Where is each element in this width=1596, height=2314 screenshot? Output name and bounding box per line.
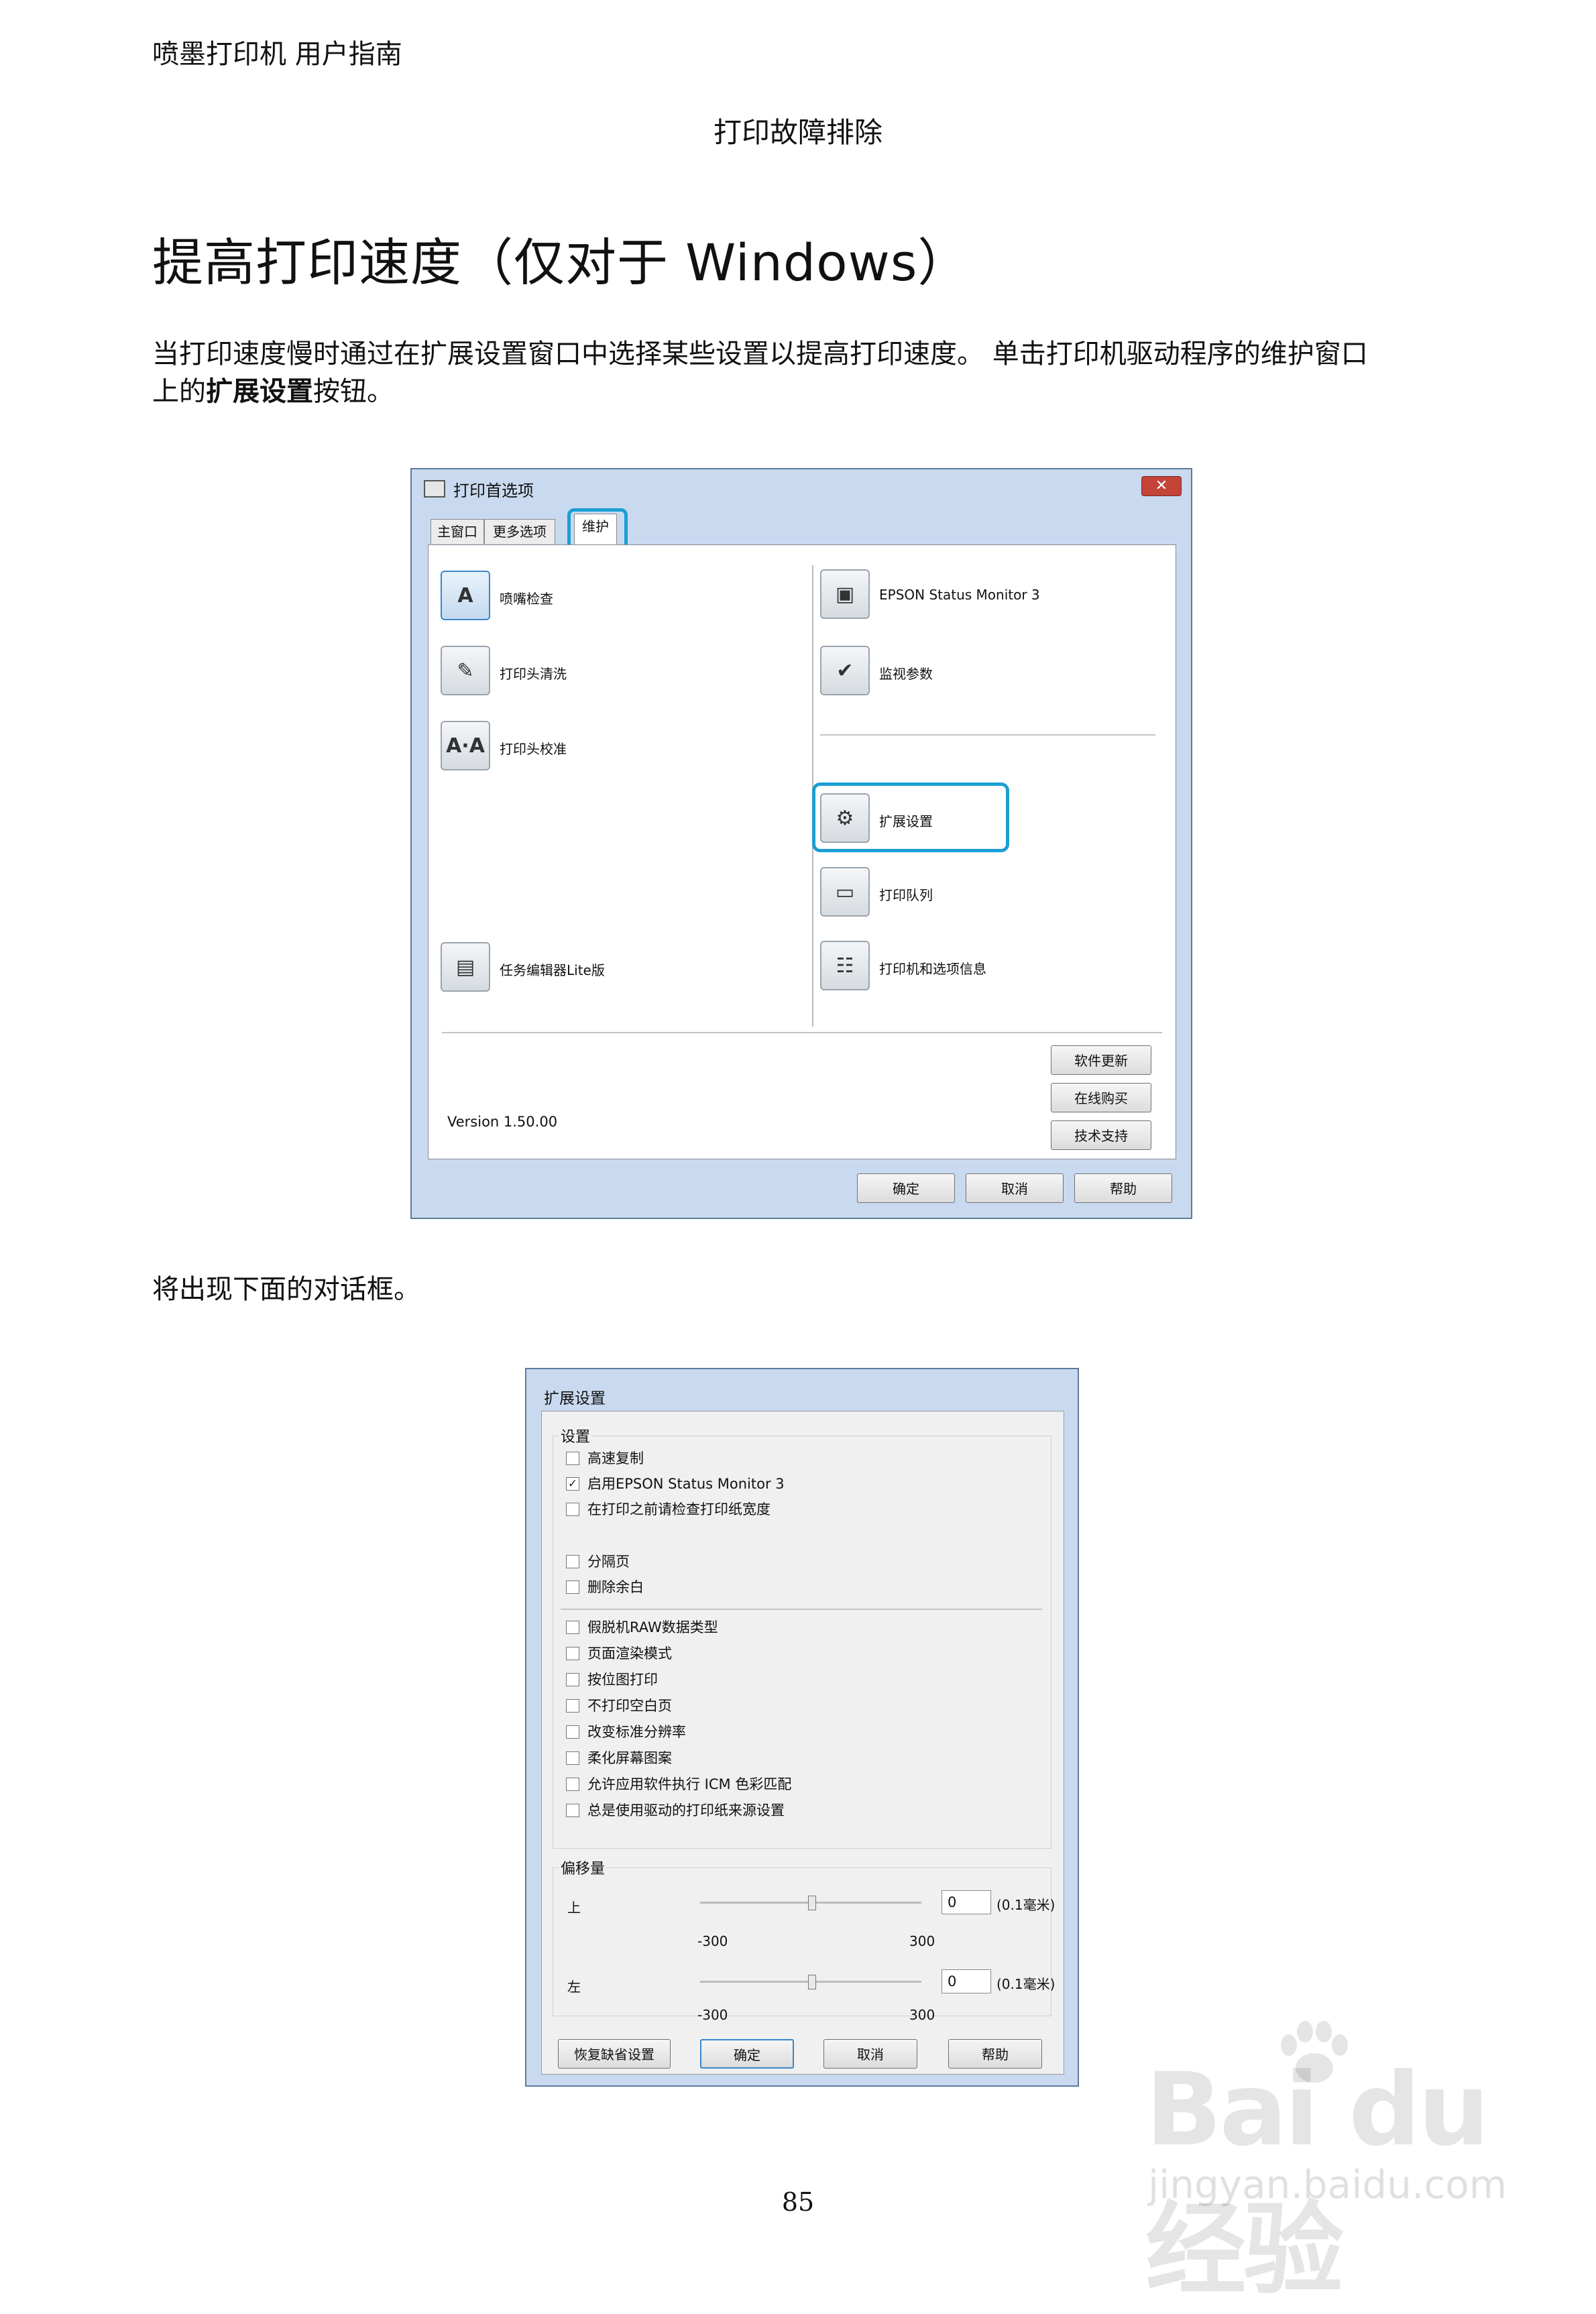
offset-group-label: 偏移量 bbox=[559, 1857, 607, 1878]
intro-paragraph: 当打印速度慢时通过在扩展设置窗口中选择某些设置以提高打印速度。 单击打印机驱动程… bbox=[152, 335, 1467, 410]
checkbox-label: 按位图打印 bbox=[587, 1672, 658, 1688]
checkbox-label: 假脱机RAW数据类型 bbox=[587, 1619, 718, 1635]
head-alignment-icon: A·A bbox=[441, 721, 490, 770]
checkbox-label: 页面渲染模式 bbox=[587, 1645, 672, 1662]
checkbox-box[interactable] bbox=[566, 1647, 579, 1660]
dialog-intro-text: 将出现下面的对话框。 bbox=[152, 1274, 420, 1305]
checkbox-label: 允许应用软件执行 ICM 色彩匹配 bbox=[587, 1776, 792, 1792]
checkbox-box[interactable] bbox=[566, 1503, 579, 1516]
maintenance-panel: A 喷嘴检查 ✎ 打印头清洗 A·A 打印头校准 ▤ 任务编辑器Lite版 ▣ … bbox=[428, 544, 1176, 1159]
software-update-button[interactable]: 软件更新 bbox=[1051, 1045, 1151, 1075]
nozzle-check-label: 喷嘴检查 bbox=[500, 591, 553, 607]
running-header: 喷墨打印机 用户指南 bbox=[152, 39, 402, 70]
checkbox-label: 总是使用驱动的打印纸来源设置 bbox=[587, 1802, 785, 1818]
printer-icon bbox=[424, 480, 445, 498]
intro-bold: 扩展设置 bbox=[206, 376, 313, 407]
nozzle-check-icon: A bbox=[441, 571, 490, 620]
offset-top-min: -300 bbox=[697, 1933, 728, 1949]
status-monitor-icon: ▣ bbox=[820, 569, 870, 619]
intro-text-b: 上的 bbox=[152, 376, 206, 407]
section-title: 提高打印速度（仅对于 Windows） bbox=[152, 233, 970, 292]
checkbox-box[interactable] bbox=[566, 1452, 579, 1465]
monitoring-prefs-icon: ✔ bbox=[820, 646, 870, 695]
extended-settings-highlight bbox=[812, 783, 1009, 852]
intro-text-c: 按钮。 bbox=[313, 376, 394, 407]
offset-top-slider-thumb[interactable] bbox=[808, 1896, 816, 1910]
dialog-title: 打印首选项 bbox=[453, 481, 534, 500]
offset-left-input[interactable]: 0 bbox=[942, 1969, 991, 1993]
checkbox-box[interactable] bbox=[566, 1699, 579, 1713]
extended-settings-dialog: 扩展设置 设置 高速复制 ✓ 启用EPSON Status Monitor 3 在… bbox=[525, 1368, 1079, 2087]
checkbox-label: 在打印之前请检查打印纸宽度 bbox=[587, 1501, 771, 1517]
offset-left-label: 左 bbox=[567, 1979, 581, 1995]
tech-support-button[interactable]: 技术支持 bbox=[1051, 1120, 1151, 1150]
checkbox-label: 删除余白 bbox=[587, 1579, 644, 1595]
checkbox-label: 分隔页 bbox=[587, 1554, 630, 1570]
offset-left-min: -300 bbox=[697, 2007, 728, 2023]
dialog2-title: 扩展设置 bbox=[544, 1390, 606, 1407]
checkbox-box[interactable] bbox=[566, 1804, 579, 1817]
monitoring-prefs-label: 监视参数 bbox=[879, 666, 933, 682]
intro-text-a: 当打印速度慢时通过在扩展设置窗口中选择某些设置以提高打印速度。 单击打印机驱动程… bbox=[152, 339, 1368, 369]
offset-top-unit: (0.1毫米) bbox=[996, 1897, 1056, 1913]
help-button[interactable]: 帮助 bbox=[1074, 1173, 1172, 1203]
offset-left-slider-thumb[interactable] bbox=[808, 1975, 816, 1989]
checkbox-box[interactable] bbox=[566, 1751, 579, 1765]
settings-divider bbox=[561, 1609, 1042, 1610]
checkbox-box[interactable] bbox=[566, 1673, 579, 1686]
chapter-title: 打印故障排除 bbox=[713, 116, 882, 149]
checkbox-box[interactable] bbox=[566, 1725, 579, 1739]
page-number: 85 bbox=[781, 2187, 815, 2217]
tab-more-options[interactable]: 更多选项 bbox=[484, 519, 555, 544]
dialog2-body: 设置 高速复制 ✓ 启用EPSON Status Monitor 3 在打印之前请… bbox=[541, 1411, 1064, 2075]
print-queue-icon: ▭ bbox=[820, 867, 870, 917]
offset-left-unit: (0.1毫米) bbox=[996, 1976, 1056, 1992]
checkbox-box[interactable] bbox=[566, 1778, 579, 1791]
checkbox-box-checked[interactable]: ✓ bbox=[566, 1477, 579, 1491]
printer-info-label: 打印机和选项信息 bbox=[879, 961, 986, 977]
job-arranger-label: 任务编辑器Lite版 bbox=[500, 962, 605, 978]
cancel-button[interactable]: 取消 bbox=[966, 1173, 1064, 1203]
checkbox-label: 柔化屏幕图案 bbox=[587, 1750, 672, 1766]
printer-info-icon: ☷ bbox=[820, 941, 870, 990]
printing-preferences-dialog: 打印首选项 ✕ 主窗口 更多选项 维护 A 喷嘴检查 ✎ 打印头清洗 A·A 打… bbox=[410, 468, 1192, 1219]
job-arranger-icon: ▤ bbox=[441, 942, 490, 992]
offset-top-max: 300 bbox=[909, 1933, 935, 1949]
checkbox-box[interactable] bbox=[566, 1580, 579, 1594]
status-monitor-label: EPSON Status Monitor 3 bbox=[879, 587, 1040, 603]
head-alignment-label: 打印头校准 bbox=[500, 741, 567, 757]
head-cleaning-label: 打印头清洗 bbox=[500, 666, 567, 682]
head-cleaning-icon: ✎ bbox=[441, 646, 490, 695]
restore-defaults-button[interactable]: 恢复缺省设置 bbox=[558, 2039, 671, 2069]
ok-button[interactable]: 确定 bbox=[857, 1173, 955, 1203]
right-divider bbox=[820, 734, 1155, 736]
offset-top-input[interactable]: 0 bbox=[942, 1890, 991, 1914]
checkbox-label: 启用EPSON Status Monitor 3 bbox=[587, 1476, 785, 1492]
settings-group-label: 设置 bbox=[559, 1425, 592, 1446]
print-queue-label: 打印队列 bbox=[879, 887, 933, 903]
cancel-button[interactable]: 取消 bbox=[823, 2039, 917, 2069]
ok-button[interactable]: 确定 bbox=[700, 2039, 794, 2069]
buy-online-button[interactable]: 在线购买 bbox=[1051, 1083, 1151, 1112]
close-button[interactable]: ✕ bbox=[1141, 476, 1182, 496]
checkbox-box[interactable] bbox=[566, 1621, 579, 1634]
tab-main[interactable]: 主窗口 bbox=[431, 519, 484, 544]
checkbox-label: 改变标准分辨率 bbox=[587, 1724, 686, 1740]
checkbox-label: 高速复制 bbox=[587, 1450, 644, 1466]
checkbox-label: 不打印空白页 bbox=[587, 1698, 672, 1714]
bottom-divider bbox=[442, 1032, 1162, 1033]
dialog-titlebar: 打印首选项 ✕ bbox=[412, 469, 1191, 504]
checkbox-box[interactable] bbox=[566, 1555, 579, 1568]
offset-top-label: 上 bbox=[567, 1900, 581, 1916]
offset-left-max: 300 bbox=[909, 2007, 935, 2023]
version-text: Version 1.50.00 bbox=[447, 1114, 558, 1130]
help-button[interactable]: 帮助 bbox=[948, 2039, 1042, 2069]
